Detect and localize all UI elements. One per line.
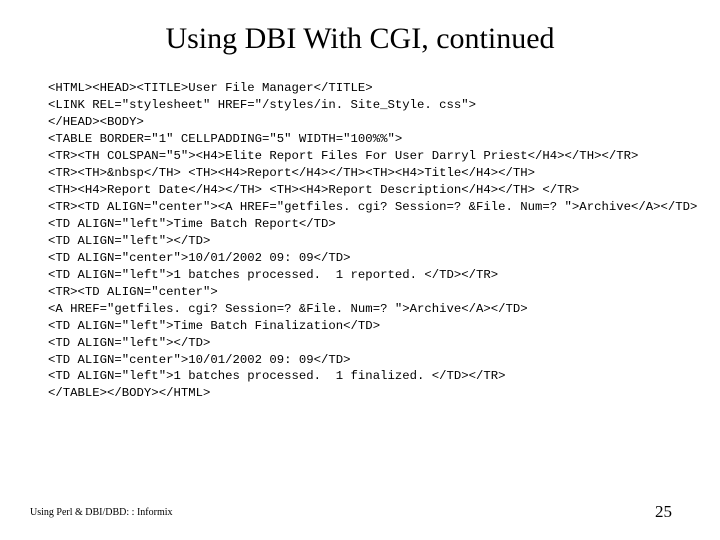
page-title: Using DBI With CGI, continued bbox=[48, 22, 672, 56]
page-number: 25 bbox=[655, 502, 672, 522]
code-block: <HTML><HEAD><TITLE>User File Manager</TI… bbox=[48, 80, 672, 402]
footer-left: Using Perl & DBI/DBD: : Informix bbox=[30, 507, 173, 518]
